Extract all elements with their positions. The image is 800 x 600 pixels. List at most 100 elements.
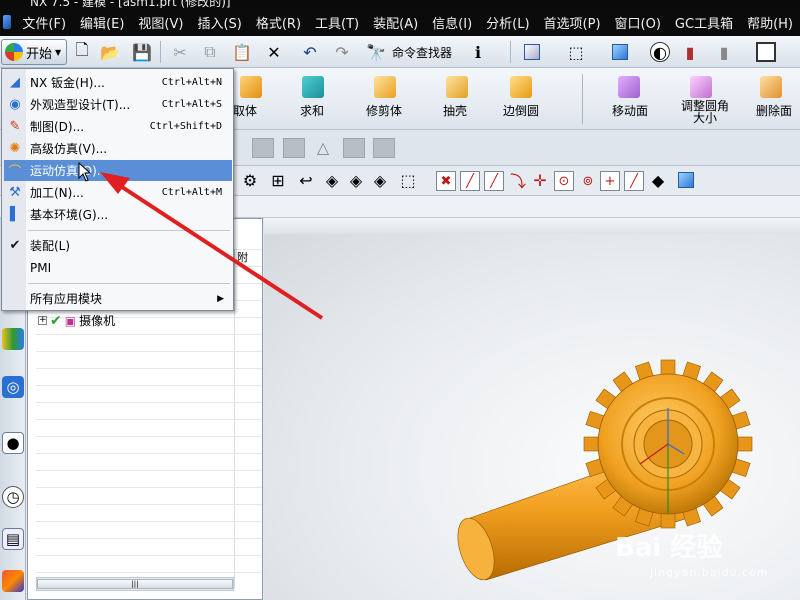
select-mode-icon[interactable]: ⊞ [268, 170, 288, 190]
view-icon[interactable]: ◈ [322, 170, 342, 190]
history-clock-icon[interactable]: ◷ [2, 486, 24, 508]
menu-item-label: 所有应用模块 [30, 292, 103, 306]
component-icon[interactable] [283, 138, 305, 158]
toolbar-separator [510, 41, 511, 63]
nx-app-icon[interactable] [3, 15, 12, 29]
fit-view-icon[interactable] [522, 42, 542, 62]
snap-line-icon[interactable]: ╱ [460, 171, 480, 191]
check-icon[interactable]: ✔ [50, 313, 62, 329]
menu-item-advanced-simulation[interactable]: ✺ 高级仿真(V)... [4, 138, 232, 159]
undo-icon[interactable]: ↶ [300, 42, 320, 62]
menu-item-shape-studio[interactable]: ◉ 外观造型设计(T)... Ctrl+Alt+S [4, 94, 232, 115]
orient-view-icon[interactable]: ◐ [650, 42, 670, 62]
menu-window[interactable]: 窗口(O) [608, 13, 668, 32]
copy-icon[interactable]: ⧉ [200, 42, 220, 62]
view-icon[interactable]: ◈ [370, 170, 390, 190]
feature-edge-blend[interactable]: 边倒圆 [503, 102, 539, 119]
snap-on-curve-icon[interactable]: ╱ [624, 171, 644, 191]
snap-curve-icon[interactable]: ⤵ [508, 170, 528, 191]
feature-shell[interactable]: 抽壳 [443, 102, 467, 119]
part-navigator-tab-icon[interactable]: ● [2, 432, 24, 454]
feature-trim-body[interactable]: 修剪体 [366, 102, 402, 119]
standard-toolbar: 开始 ▼ 🗋 📂 💾 ✂ ⧉ 📋 ✕ ↶ ↷ 🔭 命令查找器 ℹ ⬚ ◐ ▮ ▮ [0, 36, 800, 68]
menu-assemblies[interactable]: 装配(A) [366, 13, 425, 32]
resize-blend-icon[interactable] [690, 76, 712, 98]
background-color-icon[interactable] [756, 42, 776, 62]
roles-tab-icon[interactable] [2, 570, 24, 592]
menu-item-label: 基本环境(G)... [30, 208, 109, 222]
menu-information[interactable]: 信息(I) [425, 13, 479, 32]
feature-unite[interactable]: 求和 [300, 102, 324, 119]
menu-item-sheet-metal[interactable]: ◢ NX 钣金(H)... Ctrl+Alt+N [4, 72, 232, 93]
menu-tools[interactable]: 工具(T) [308, 13, 366, 32]
save-icon[interactable]: 💾 [132, 42, 152, 62]
redo-icon[interactable]: ↷ [332, 42, 352, 62]
unite-icon[interactable] [302, 76, 324, 98]
selection-filter-icon[interactable]: ⚙ [240, 170, 260, 190]
menu-insert[interactable]: 插入(S) [190, 13, 248, 32]
delete-face-icon[interactable] [760, 76, 782, 98]
assembly-navigator-tab-icon[interactable] [2, 328, 24, 350]
new-file-icon[interactable]: 🗋 [72, 40, 92, 62]
box-view-icon[interactable]: ▮ [714, 42, 734, 62]
sync-move-face[interactable]: 移动面 [612, 102, 648, 119]
edge-blend-icon[interactable] [510, 76, 532, 98]
snap-arc-center-icon[interactable]: ⊙ [554, 171, 574, 191]
menu-item-drafting[interactable]: ✎ 制图(D)... Ctrl+Shift+D [4, 116, 232, 137]
snap-endpoint-icon[interactable]: ✖ [436, 171, 456, 191]
edit-section-icon[interactable]: ▮ [680, 42, 700, 62]
component-icon[interactable] [252, 138, 274, 158]
cut-icon[interactable]: ✂ [170, 42, 190, 62]
reuse-library-tab-icon[interactable]: ▤ [2, 528, 24, 550]
menu-edit[interactable]: 编辑(E) [73, 13, 131, 32]
menu-help[interactable]: 帮助(H) [740, 13, 800, 32]
shaded-cube-icon[interactable] [676, 170, 696, 190]
command-finder-button[interactable]: 命令查找器 [392, 44, 452, 61]
delete-icon[interactable]: ✕ [264, 42, 284, 62]
view-icon[interactable]: ◈ [346, 170, 366, 190]
menu-item-manufacturing[interactable]: ⚒ 加工(N)... Ctrl+Alt+M [4, 182, 232, 203]
component-icon[interactable] [343, 138, 365, 158]
menu-item-assemblies[interactable]: ✔ 装配(L) [4, 235, 232, 256]
menu-preferences[interactable]: 首选项(P) [537, 13, 608, 32]
menu-analysis[interactable]: 分析(L) [479, 13, 536, 32]
info-icon[interactable]: ℹ [468, 42, 488, 62]
paste-icon[interactable]: 📋 [232, 42, 252, 62]
snap-quadrant-icon[interactable]: ⊚ [578, 171, 598, 191]
triangle-icon[interactable]: △ [313, 137, 333, 157]
web-browser-tab-icon[interactable]: ◎ [2, 376, 24, 398]
snap-point-icon[interactable]: + [600, 171, 620, 191]
menu-item-motion-simulation[interactable]: ⌒ 运动仿真(O)... [4, 160, 232, 181]
component-icon[interactable] [373, 138, 395, 158]
feature-extract-body[interactable]: 取体 [233, 102, 257, 119]
menu-item-all-applications[interactable]: 所有应用模块 ▶ [4, 288, 232, 309]
redo-arrow-icon[interactable]: ↩ [296, 170, 316, 190]
navigator-column-header[interactable]: 附 [234, 249, 254, 267]
horizontal-scrollbar[interactable]: ||| [36, 577, 234, 591]
menu-file[interactable]: 文件(F) [15, 13, 73, 32]
render-style-icon[interactable]: ⬚ [566, 42, 586, 62]
start-button[interactable]: 开始 ▼ [1, 39, 67, 65]
rect-select-icon[interactable]: ⬚ [398, 170, 418, 190]
open-folder-icon[interactable]: 📂 [100, 42, 120, 62]
snap-intersection-icon[interactable]: ✛ [530, 170, 550, 190]
menu-item-pmi[interactable]: PMI [4, 257, 232, 278]
extract-body-icon[interactable] [240, 76, 262, 98]
sync-resize-blend[interactable]: 调整圆角大小 [677, 100, 733, 124]
trim-body-icon[interactable] [374, 76, 396, 98]
menu-gc-toolkit[interactable]: GC工具箱 [668, 13, 740, 32]
menu-format[interactable]: 格式(R) [249, 13, 308, 32]
tree-item-camera[interactable]: + ✔ ▣ 摄像机 [38, 312, 115, 329]
scrollbar-thumb[interactable]: ||| [37, 579, 233, 589]
sync-delete-face[interactable]: 删除面 [756, 102, 792, 119]
shell-icon[interactable] [446, 76, 468, 98]
menu-item-shortcut: Ctrl+Shift+D [149, 121, 222, 132]
shaded-cube-icon[interactable] [610, 42, 630, 62]
snap-face-icon[interactable]: ◆ [648, 170, 668, 190]
menu-view[interactable]: 视图(V) [131, 13, 190, 32]
snap-midpoint-icon[interactable]: ╱ [484, 171, 504, 191]
binoculars-icon[interactable]: 🔭 [366, 42, 386, 62]
menu-item-gateway[interactable]: ▌ 基本环境(G)... [4, 204, 232, 225]
expand-icon[interactable]: + [38, 316, 47, 325]
move-face-icon[interactable] [618, 76, 640, 98]
